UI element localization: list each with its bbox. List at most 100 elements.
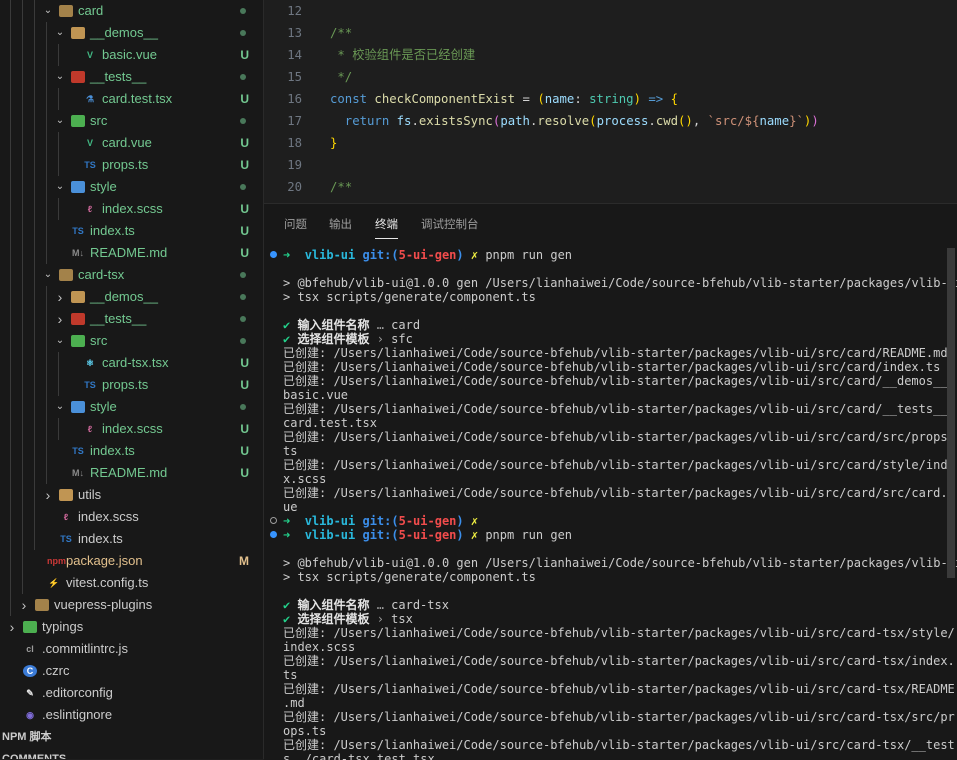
indent-guide xyxy=(10,132,11,154)
indent-guide xyxy=(34,374,35,396)
indent-guide xyxy=(34,308,35,330)
tree-item[interactable]: Vbasic.vue U xyxy=(0,44,263,66)
tab-terminal[interactable]: 终端 xyxy=(375,216,398,239)
tab-output[interactable]: 输出 xyxy=(329,216,352,238)
indent-guide xyxy=(10,176,11,198)
comments-section-header[interactable]: COMMENTS xyxy=(0,748,263,759)
file-tree: ⌄ card ⌄ __demos__ Vbasic.vue U ⌄ __tests__ ⚗ car… xyxy=(0,0,263,726)
tree-item[interactable]: ⌄ style xyxy=(0,396,263,418)
tree-item[interactable]: Vcard.vue U xyxy=(0,132,263,154)
tree-item[interactable]: C .czrc xyxy=(0,660,263,682)
tab-debug-console[interactable]: 调试控制台 xyxy=(421,216,479,238)
tree-item[interactable]: M↓ README.md U xyxy=(0,462,263,484)
tree-item[interactable]: › __demos__ xyxy=(0,286,263,308)
chevron-down-icon[interactable]: ⌄ xyxy=(42,264,54,286)
git-status-badge: U xyxy=(240,422,249,436)
terminal-line: ✔ 选择组件模板 › sfc xyxy=(283,332,413,346)
indent-guide xyxy=(22,374,23,396)
indent-guide xyxy=(58,132,59,154)
command-decoration[interactable] xyxy=(270,517,277,524)
tree-item[interactable]: ⚗ card.test.tsx U xyxy=(0,88,263,110)
tree-item[interactable]: › vuepress-plugins xyxy=(0,594,263,616)
indent-guide xyxy=(46,44,47,66)
tree-item[interactable]: ⌄ src xyxy=(0,110,263,132)
indent-guide xyxy=(22,44,23,66)
terminal-scrollbar[interactable] xyxy=(947,248,955,578)
indent-guide xyxy=(22,264,23,286)
tree-item[interactable]: ⌄ __tests__ xyxy=(0,66,263,88)
markdown-icon: M↓ xyxy=(72,468,84,478)
indent-guide xyxy=(10,220,11,242)
indent-guide xyxy=(10,0,11,22)
indent-guide xyxy=(46,110,47,132)
tree-item[interactable]: ℓ index.scss U xyxy=(0,418,263,440)
tree-item[interactable]: ⌄ src xyxy=(0,330,263,352)
chevron-down-icon[interactable]: ⌄ xyxy=(54,110,66,132)
tree-item[interactable]: ℓ index.scss U xyxy=(0,198,263,220)
indent-guide xyxy=(10,550,11,572)
tree-item[interactable]: › typings xyxy=(0,616,263,638)
chevron-down-icon[interactable]: ⌄ xyxy=(54,396,66,418)
terminal-line: 已创建: /Users/lianhaiwei/Code/source-bfehu… xyxy=(283,430,955,444)
tree-item[interactable]: ℓ index.scss xyxy=(0,506,263,528)
command-decoration[interactable] xyxy=(270,531,277,538)
tree-item[interactable]: cl .commitlintrc.js xyxy=(0,638,263,660)
chevron-down-icon[interactable]: ⌄ xyxy=(54,176,66,198)
tree-item[interactable]: TS index.ts U xyxy=(0,440,263,462)
tree-item[interactable]: ⌄ card-tsx xyxy=(0,264,263,286)
chevron-right-icon[interactable]: › xyxy=(42,484,54,506)
indent-guide xyxy=(46,374,47,396)
terminal-line: 已创建: /Users/lianhaiwei/Code/source-bfehu… xyxy=(283,710,955,724)
code-editor[interactable]: 12 13 /** 14 * 校验组件是否已经创建 15 */ 16 const check… xyxy=(264,0,957,202)
indent-guide xyxy=(46,352,47,374)
tree-item[interactable]: › utils xyxy=(0,484,263,506)
indent-guide xyxy=(34,286,35,308)
tree-item-label: card-tsx.tsx xyxy=(102,355,169,370)
chevron-down-icon[interactable]: ⌄ xyxy=(54,66,66,88)
tests-folder-icon xyxy=(71,313,85,325)
indent-guide xyxy=(22,242,23,264)
chevron-right-icon[interactable]: › xyxy=(54,308,66,330)
npm-scripts-section-header[interactable]: NPM 脚本 xyxy=(0,726,263,748)
git-status-badge: U xyxy=(240,378,249,392)
tree-item[interactable]: TS props.ts U xyxy=(0,154,263,176)
git-status-badge: U xyxy=(240,246,249,260)
tree-item[interactable]: TS index.ts xyxy=(0,528,263,550)
tree-item[interactable]: ⌄ __demos__ xyxy=(0,22,263,44)
chevron-right-icon[interactable]: › xyxy=(18,594,30,616)
indent-guide xyxy=(22,22,23,44)
indent-guide xyxy=(10,110,11,132)
tree-item[interactable]: ⚡ vitest.config.ts xyxy=(0,572,263,594)
indent-guide xyxy=(58,154,59,176)
line-number: 14 xyxy=(287,48,302,62)
style-folder-icon xyxy=(71,181,85,193)
git-status-badge: U xyxy=(240,444,249,458)
tree-item[interactable]: ✎ .editorconfig xyxy=(0,682,263,704)
terminal-line: 已创建: /Users/lianhaiwei/Code/source-bfehu… xyxy=(283,402,955,416)
indent-guide xyxy=(34,462,35,484)
tree-item[interactable]: npm package.json M xyxy=(0,550,263,572)
indent-guide xyxy=(34,220,35,242)
tree-item[interactable]: TS index.ts U xyxy=(0,220,263,242)
chevron-down-icon[interactable]: ⌄ xyxy=(42,0,54,22)
tree-item-label: .commitlintrc.js xyxy=(42,641,128,656)
command-decoration[interactable] xyxy=(270,251,277,258)
eslint-icon: ◉ xyxy=(26,710,34,720)
tree-item[interactable]: ⚛ card-tsx.tsx U xyxy=(0,352,263,374)
tree-item[interactable]: ⌄ card xyxy=(0,0,263,22)
tree-item-label: card-tsx xyxy=(78,267,125,282)
tree-item[interactable]: › __tests__ xyxy=(0,308,263,330)
tree-item[interactable]: ◉ .eslintignore xyxy=(0,704,263,726)
tree-item-label: .editorconfig xyxy=(42,685,113,700)
tree-item[interactable]: ⌄ style xyxy=(0,176,263,198)
chevron-down-icon[interactable]: ⌄ xyxy=(54,330,66,352)
tree-item[interactable]: M↓ README.md U xyxy=(0,242,263,264)
chevron-right-icon[interactable]: › xyxy=(6,616,18,638)
tree-item[interactable]: TS props.ts U xyxy=(0,374,263,396)
tree-item-label: __demos__ xyxy=(90,289,158,304)
folder-icon xyxy=(35,599,49,611)
chevron-right-icon[interactable]: › xyxy=(54,286,66,308)
ts-icon: TS xyxy=(84,380,96,390)
tab-problems[interactable]: 问题 xyxy=(284,216,307,238)
chevron-down-icon[interactable]: ⌄ xyxy=(54,22,66,44)
